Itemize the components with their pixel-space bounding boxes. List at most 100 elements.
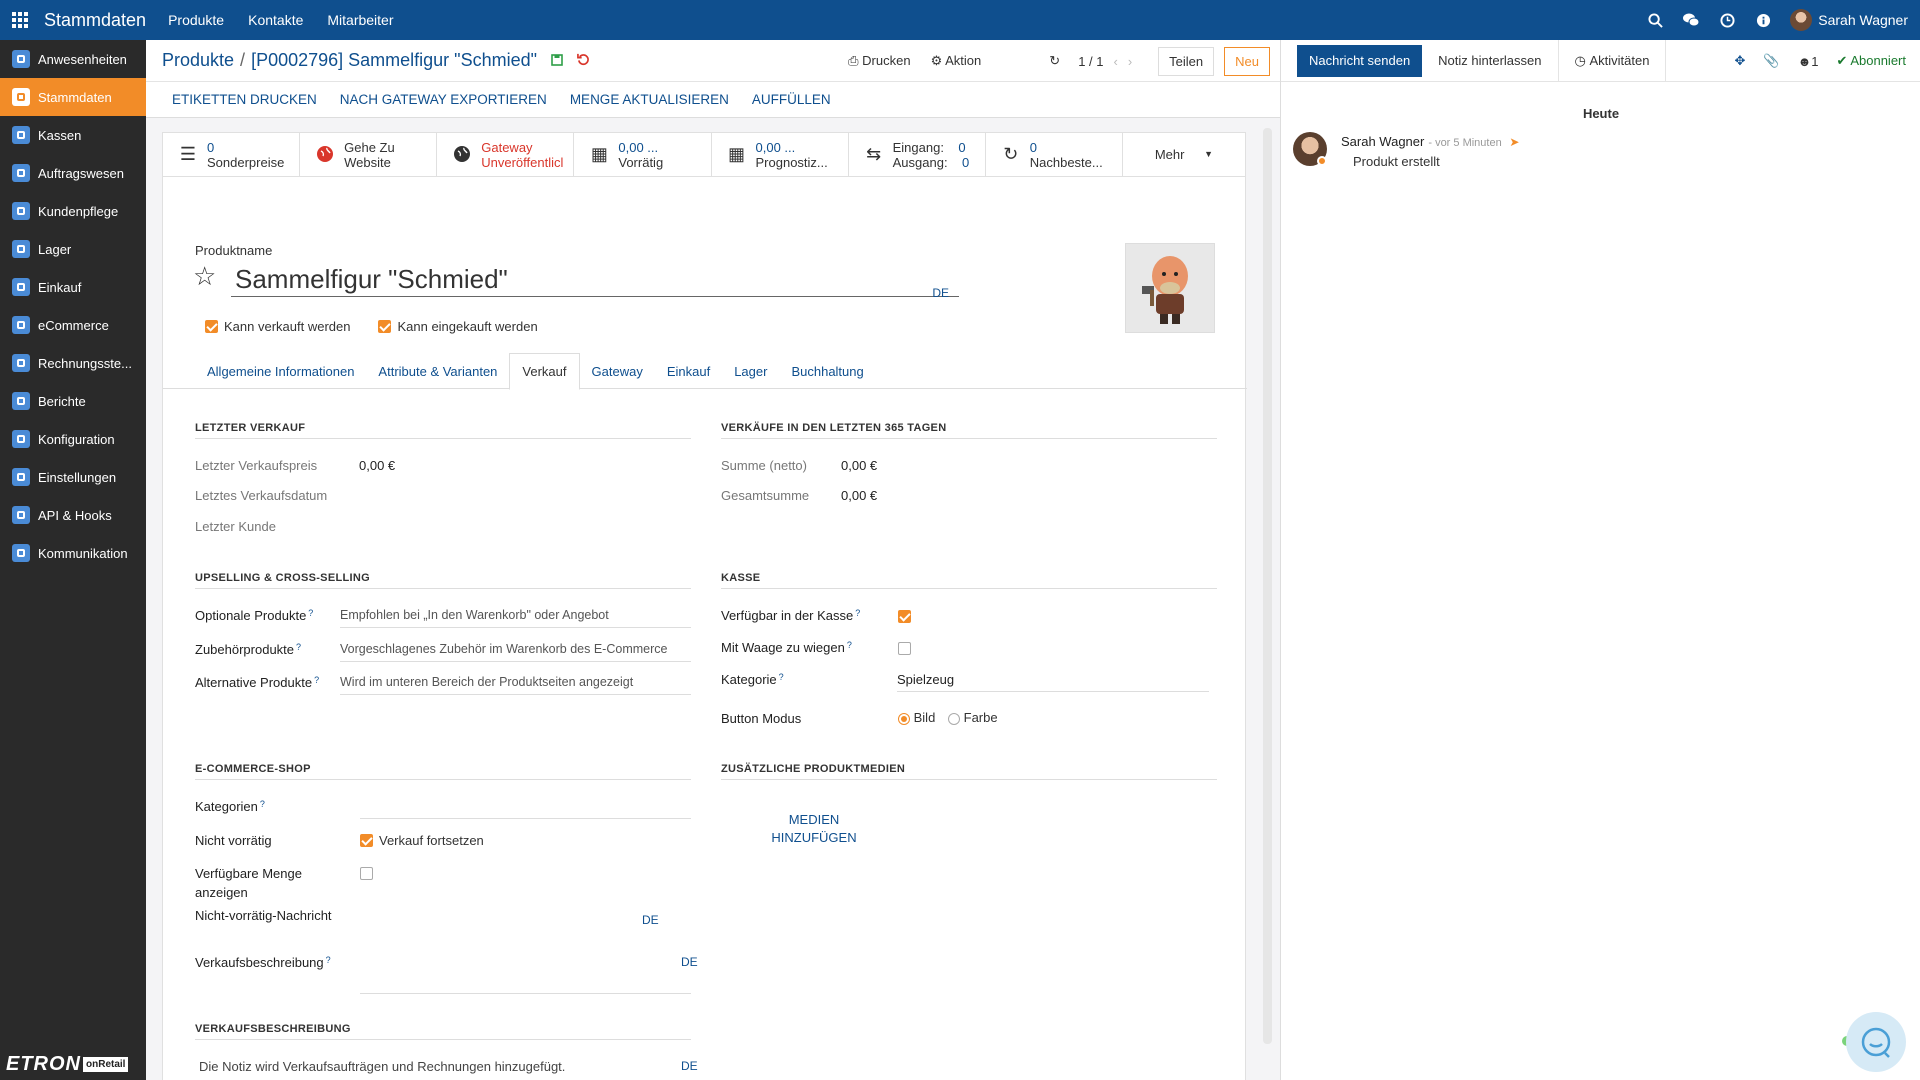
button-mode-radio-image[interactable]: Bild [898, 710, 935, 725]
continue-selling-checkbox[interactable]: Verkauf fortsetzen [360, 833, 484, 848]
sidebar-item-konfiguration[interactable]: Konfiguration [0, 420, 146, 458]
cubes-icon: ▦ [590, 144, 608, 164]
info-icon[interactable]: ➤ [1509, 135, 1519, 149]
sales-desc-input[interactable] [360, 978, 691, 994]
nav-mitarbeiter[interactable]: Mitarbeiter [327, 12, 393, 28]
tab-sales[interactable]: Verkauf [509, 353, 580, 390]
pager-prev-icon[interactable]: ‹ [1113, 54, 1117, 69]
scrollbar[interactable] [1263, 128, 1272, 1044]
print-labels-button[interactable]: ETIKETTEN DRUCKEN [172, 92, 317, 107]
sidebar-item-anwesenheiten[interactable]: Anwesenheiten [0, 40, 146, 78]
sidebar-item-api-hooks[interactable]: API & Hooks [0, 496, 146, 534]
ecommerce-title: E-COMMERCE-SHOP [195, 763, 691, 780]
product-name-lang[interactable]: DE [932, 275, 949, 311]
refresh-icon[interactable]: ↻ [1049, 53, 1060, 69]
categories-input[interactable] [360, 799, 691, 819]
update-quantity-button[interactable]: MENGE AKTUALISIEREN [570, 92, 729, 107]
help-icon[interactable]: ? [855, 608, 860, 618]
help-icon[interactable]: ? [260, 799, 265, 809]
user-menu[interactable]: Sarah Wagner [1790, 9, 1908, 31]
sidebar-item-kommunikation[interactable]: Kommunikation [0, 534, 146, 572]
share-button[interactable]: Teilen [1158, 46, 1215, 76]
send-message-button[interactable]: Nachricht senden [1297, 44, 1423, 77]
sidebar-item-einkauf[interactable]: Einkauf [0, 268, 146, 306]
tab-accounting[interactable]: Buchhaltung [779, 353, 875, 389]
on-hand-smart-button[interactable]: ▦ 0,00 ... Vorrätig [574, 133, 712, 176]
sales-desc-lang[interactable]: DE [681, 955, 698, 969]
new-button[interactable]: Neu [1224, 46, 1270, 76]
search-icon[interactable] [1646, 11, 1664, 29]
log-note-button[interactable]: Notiz hinterlassen [1422, 39, 1559, 82]
pos-available-checkbox[interactable] [898, 610, 911, 623]
action-button[interactable]: ⚙ Aktion [931, 53, 982, 69]
move-icon[interactable]: ✥ [1735, 53, 1746, 69]
help-icon[interactable]: ? [847, 640, 852, 650]
accessory-products-input[interactable]: Vorgeschlagenes Zubehör im Warenkorb des… [340, 642, 691, 662]
activities-button[interactable]: ◷ Aktivitäten [1559, 39, 1667, 82]
info-icon[interactable] [1754, 11, 1772, 29]
tab-attributes[interactable]: Attribute & Varianten [366, 353, 509, 389]
can-be-purchased-checkbox[interactable]: Kann eingekauft werden [378, 319, 538, 334]
product-name-input[interactable]: Sammelfigur "Schmied" DE [231, 261, 959, 300]
gear-icon: ⚙ [930, 53, 943, 68]
gateway-smart-button[interactable]: Gateway Unveröffentlicl [437, 133, 575, 176]
reorder-smart-button[interactable]: ↻ 0 Nachbeste... [986, 133, 1123, 176]
optional-products-input[interactable]: Empfohlen bei „In den Warenkorb" oder An… [340, 608, 691, 628]
sidebar-item-lager[interactable]: Lager [0, 230, 146, 268]
breadcrumb-parent[interactable]: Produkte [162, 50, 234, 70]
message-author[interactable]: Sarah Wagner [1341, 134, 1424, 149]
nav-kontakte[interactable]: Kontakte [248, 12, 303, 28]
subscribed-button[interactable]: ✔ Abonniert [1837, 53, 1906, 69]
sidebar-item-stammdaten[interactable]: Stammdaten [0, 78, 146, 116]
app-menu-button[interactable] [0, 0, 40, 40]
followers-button[interactable]: ☻1 [1798, 54, 1819, 69]
star-icon[interactable]: ☆ [193, 261, 216, 292]
paperclip-icon[interactable]: 📎 [1763, 53, 1779, 69]
support-chat-button[interactable] [1846, 1012, 1906, 1072]
in-out-smart-button[interactable]: ⇆ Eingang: 0 Ausgang: 0 [849, 133, 986, 176]
chat-icon[interactable] [1682, 11, 1700, 29]
save-icon[interactable] [551, 53, 563, 69]
sidebar-item-kassen[interactable]: Kassen [0, 116, 146, 154]
sidebar-item-ecommerce[interactable]: eCommerce [0, 306, 146, 344]
pos-scale-checkbox[interactable] [898, 642, 911, 655]
tab-inventory[interactable]: Lager [722, 353, 779, 389]
sidebar-item-auftragswesen[interactable]: Auftragswesen [0, 154, 146, 192]
help-icon[interactable]: ? [296, 642, 301, 652]
more-smart-button[interactable]: Mehr ▼ [1123, 133, 1245, 176]
show-qty-checkbox[interactable] [360, 867, 373, 880]
description-lang[interactable]: DE [681, 1059, 698, 1073]
check-icon: ✔ [1836, 53, 1848, 68]
discard-icon[interactable] [577, 53, 590, 69]
can-be-sold-checkbox[interactable]: Kann verkauft werden [205, 319, 350, 334]
help-icon[interactable]: ? [326, 955, 331, 965]
help-icon[interactable]: ? [308, 608, 313, 618]
sidebar-item-kundenpflege[interactable]: Kundenpflege [0, 192, 146, 230]
alternative-products-input[interactable]: Wird im unteren Bereich der Produktseite… [340, 675, 691, 695]
tab-general[interactable]: Allgemeine Informationen [195, 353, 366, 389]
replenish-button[interactable]: AUFFÜLLEN [752, 92, 831, 107]
clock-icon[interactable] [1718, 11, 1736, 29]
pricelist-smart-button[interactable]: ☰ 0 Sonderpreise [163, 133, 301, 176]
help-icon[interactable]: ? [779, 672, 784, 682]
oos-message-lang[interactable]: DE [642, 913, 659, 927]
export-gateway-button[interactable]: NACH GATEWAY EXPORTIEREN [340, 92, 547, 107]
add-media-button[interactable]: MEDIEN HINZUFÜGEN [759, 811, 869, 847]
button-mode-radio-color[interactable]: Farbe [948, 710, 998, 725]
tab-gateway[interactable]: Gateway [580, 353, 655, 389]
sidebar-item-rechnungsste[interactable]: Rechnungsste... [0, 344, 146, 382]
description-placeholder[interactable]: Die Notiz wird Verkaufsaufträgen und Rec… [199, 1059, 565, 1074]
nav-produkte[interactable]: Produkte [168, 12, 224, 28]
print-button[interactable]: ⎙ Drucken [848, 53, 910, 69]
website-smart-button[interactable]: Gehe Zu Website [300, 133, 438, 176]
forecast-smart-button[interactable]: ▦ 0,00 ... Prognostiz... [712, 133, 849, 176]
last-date-label: Letztes Verkaufsdatum [195, 488, 328, 503]
pos-category-input[interactable]: Spielzeug [897, 672, 1209, 692]
pager-value[interactable]: 1 / 1 [1078, 54, 1103, 69]
tab-purchase[interactable]: Einkauf [655, 353, 722, 389]
sidebar-item-einstellungen[interactable]: Einstellungen [0, 458, 146, 496]
sidebar-item-berichte[interactable]: Berichte [0, 382, 146, 420]
help-icon[interactable]: ? [314, 675, 319, 685]
product-image[interactable] [1125, 243, 1215, 333]
pager-next-icon[interactable]: › [1128, 54, 1132, 69]
